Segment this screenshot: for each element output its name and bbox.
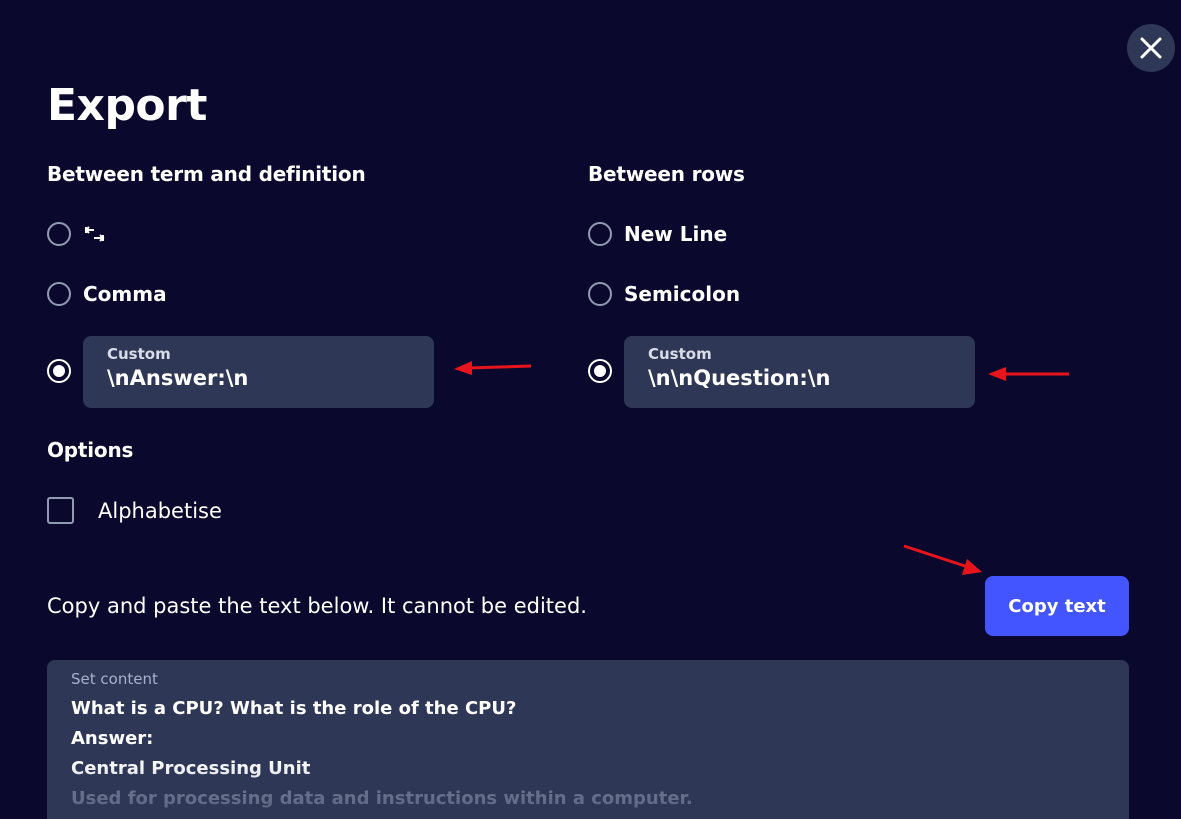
export-instructions: Copy and paste the text below. It cannot… [47, 594, 587, 618]
alphabetise-label: Alphabetise [98, 498, 222, 523]
content-line: Answer: [71, 728, 154, 749]
radio-label-comma: Comma [83, 282, 167, 306]
content-line: Central Processing Unit [71, 758, 311, 779]
radio-new-line[interactable]: New Line [588, 222, 727, 246]
radio-label-new-line: New Line [624, 222, 728, 246]
content-line: Used for processing data and instruction… [71, 788, 693, 809]
annotation-arrow-left-icon [988, 367, 1069, 381]
alphabetise-checkbox[interactable] [47, 497, 74, 524]
radio-comma[interactable]: Comma [47, 282, 167, 306]
close-icon [1140, 37, 1162, 59]
copy-text-button[interactable]: Copy text [985, 576, 1129, 636]
tab-icon [84, 226, 105, 242]
alphabetise-option[interactable]: Alphabetise [47, 497, 222, 524]
close-button[interactable] [1127, 24, 1175, 72]
annotation-arrow-left-icon [454, 361, 532, 375]
radio-button[interactable] [47, 222, 71, 246]
radio-label-semicolon: Semicolon [624, 282, 741, 306]
set-content-caption: Set content [71, 670, 158, 688]
radio-button-selected[interactable] [47, 359, 71, 383]
annotation-arrow-down-right-icon [903, 544, 982, 575]
radio-button[interactable] [47, 282, 71, 306]
radio-tab[interactable] [47, 222, 107, 246]
options-heading: Options [47, 438, 134, 462]
rows-heading: Between rows [588, 162, 745, 186]
custom-rows-input[interactable] [648, 366, 951, 390]
custom-rows-caption: Custom [648, 345, 712, 363]
radio-custom-rows[interactable] [588, 359, 612, 383]
set-content-box[interactable]: Set content What is a CPU? What is the r… [47, 660, 1129, 819]
radio-button[interactable] [588, 282, 612, 306]
custom-term-input[interactable] [107, 366, 410, 390]
custom-term-field[interactable]: Custom [83, 336, 434, 408]
content-line: What is a CPU? What is the role of the C… [71, 698, 517, 719]
radio-semicolon[interactable]: Semicolon [588, 282, 740, 306]
radio-custom-term[interactable] [47, 359, 71, 383]
dialog-title: Export [47, 80, 207, 131]
radio-button-selected[interactable] [588, 359, 612, 383]
custom-term-caption: Custom [107, 345, 171, 363]
export-dialog: Export Between term and definition Comma… [0, 0, 1181, 819]
radio-button[interactable] [588, 222, 612, 246]
custom-rows-field[interactable]: Custom [624, 336, 975, 408]
term-definition-heading: Between term and definition [47, 162, 366, 186]
